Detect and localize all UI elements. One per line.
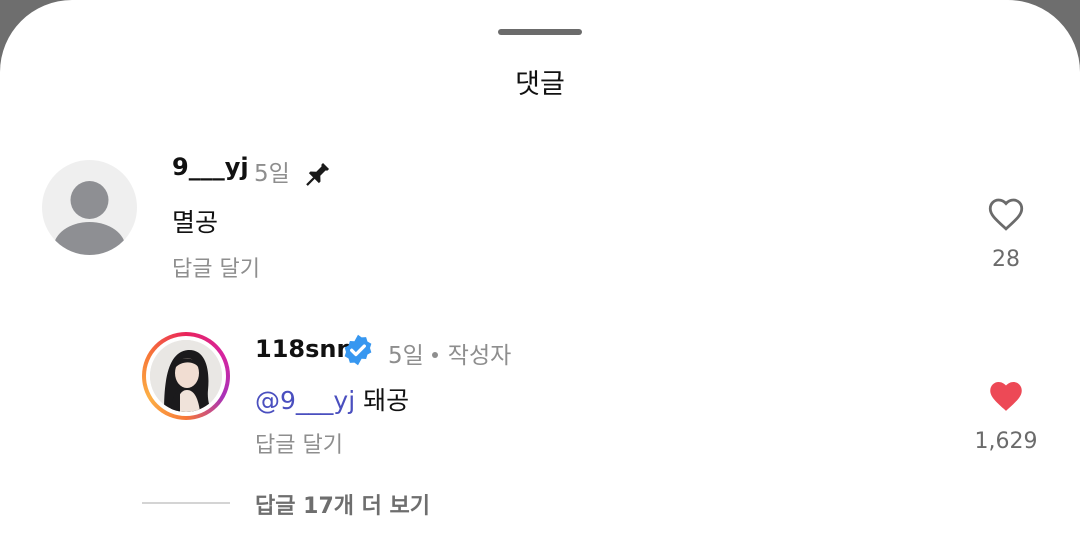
- reply-body: 돼공: [363, 386, 410, 415]
- reply-meta: 5일 작성자: [388, 336, 511, 370]
- like-count: 28: [992, 247, 1020, 272]
- view-more-replies-button[interactable]: 답글 17개 더 보기: [255, 488, 430, 520]
- reply-button[interactable]: 답글 달기: [172, 251, 260, 283]
- profile-photo: [150, 340, 222, 412]
- comments-sheet: 댓글 9___yj 5일 멸공 답글 달기 28 118snn 5일 작성자 @…: [0, 0, 1080, 560]
- sheet-title: 댓글: [515, 69, 565, 100]
- reply-button[interactable]: 답글 달기: [255, 427, 343, 459]
- heart-outline-icon[interactable]: [985, 193, 1027, 235]
- reply-text: @9___yj 돼공: [255, 381, 409, 417]
- separator-dot: [431, 351, 438, 358]
- sheet-grabber[interactable]: [498, 29, 582, 35]
- comment-username[interactable]: 9___yj: [172, 153, 249, 181]
- verified-badge-icon: [344, 334, 372, 366]
- heart-filled-icon[interactable]: [985, 375, 1027, 417]
- comment-text: 멸공: [172, 208, 219, 237]
- default-avatar-icon: [53, 181, 126, 255]
- like-count: 1,629: [974, 429, 1038, 454]
- mention-link[interactable]: @9___yj: [255, 386, 355, 415]
- avatar[interactable]: [42, 160, 137, 255]
- story-ring-avatar[interactable]: [142, 332, 230, 420]
- author-badge: 작성자: [447, 343, 512, 369]
- comment-time: 5일: [254, 161, 290, 187]
- pin-icon: [306, 162, 330, 186]
- reply-time: 5일: [388, 343, 424, 369]
- divider: [142, 502, 230, 504]
- reply-username[interactable]: 118snn: [255, 335, 354, 363]
- profile-photo-image: [150, 340, 222, 412]
